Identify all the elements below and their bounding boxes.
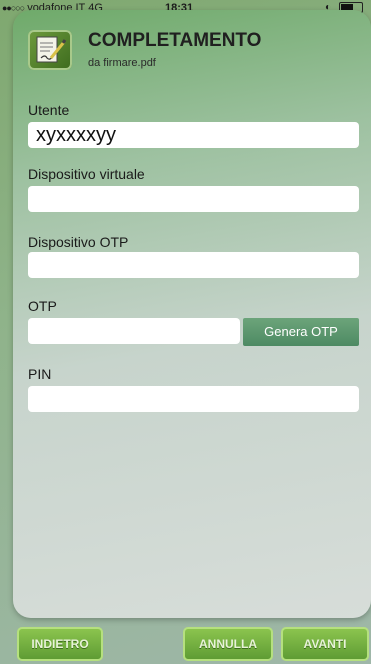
back-button[interactable]: INDIETRO xyxy=(17,627,103,661)
otp-input[interactable] xyxy=(28,318,240,344)
genera-otp-button[interactable]: Genera OTP xyxy=(243,318,359,346)
utente-input[interactable]: xyxxxxyy xyxy=(28,122,359,148)
otp-label: OTP xyxy=(28,298,57,314)
pin-label: PIN xyxy=(28,366,52,382)
next-button[interactable]: AVANTI xyxy=(281,627,369,661)
pin-input[interactable] xyxy=(28,386,359,412)
utente-label: Utente xyxy=(28,102,70,118)
dispositivo-virtuale-label: Dispositivo virtuale xyxy=(28,166,145,182)
document-filename: da firmare.pdf xyxy=(88,57,156,69)
cancel-button[interactable]: ANNULLA xyxy=(183,627,273,661)
page-title: COMPLETAMENTO xyxy=(88,30,262,51)
dispositivo-virtuale-input[interactable] xyxy=(28,186,359,212)
dispositivo-otp-input[interactable] xyxy=(28,252,359,278)
dispositivo-otp-label: Dispositivo OTP xyxy=(28,234,129,250)
document-sign-icon xyxy=(28,30,72,70)
